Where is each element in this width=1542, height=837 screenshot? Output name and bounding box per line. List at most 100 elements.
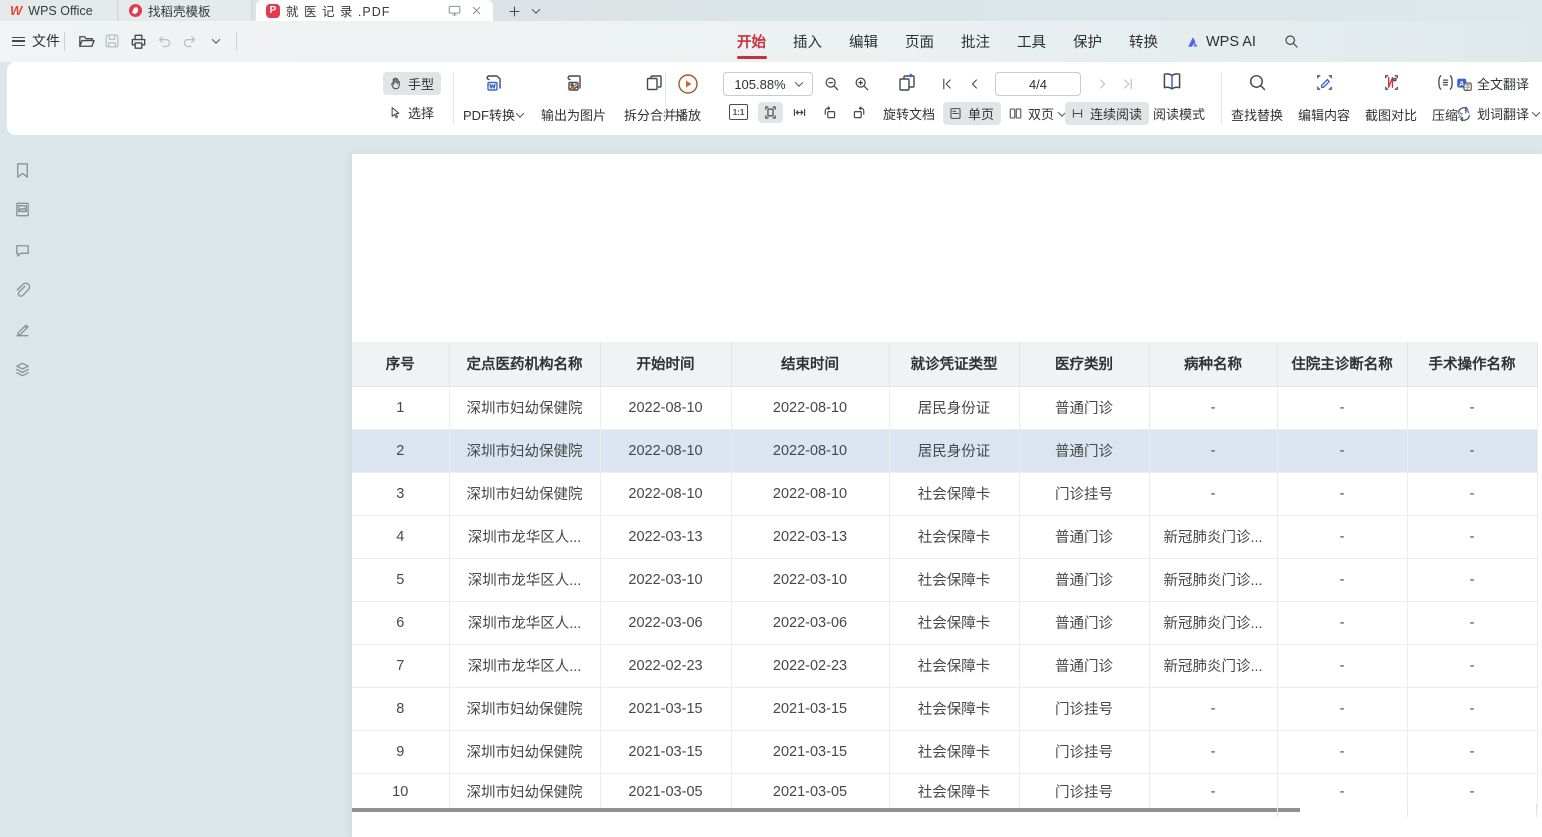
tab-list-button[interactable] [527, 2, 545, 20]
pdf-convert-label: PDF转换 [463, 105, 515, 124]
menu-item-protect[interactable]: 保护 [1073, 21, 1102, 62]
undo-button[interactable] [154, 31, 174, 51]
plus-icon [507, 4, 522, 19]
comments-panel-button[interactable] [13, 241, 32, 260]
edit-content-icon [1314, 72, 1335, 93]
tab-wps-home[interactable]: W WPS Office [0, 0, 118, 21]
page-number-input[interactable]: 4/4 [995, 72, 1081, 96]
select-tool-button[interactable]: 选择 [383, 101, 441, 124]
rotate-doc-button[interactable]: 旋转文档 [883, 104, 935, 123]
table-cell: 深圳市龙华区人... [449, 558, 600, 601]
table-header-cell: 住院主诊断名称 [1277, 342, 1407, 386]
table-cell: 门诊挂号 [1019, 730, 1149, 773]
first-page-button[interactable] [939, 76, 955, 92]
single-page-label: 单页 [968, 104, 994, 123]
table-cell: 2022-03-10 [731, 558, 889, 601]
pdf-convert-button[interactable]: PDF转换 [463, 70, 523, 124]
menu-item-comment[interactable]: 批注 [961, 21, 990, 62]
rotate-pages-button[interactable] [895, 72, 919, 96]
divider [1221, 72, 1222, 124]
edit-content-button[interactable]: 编辑内容 [1298, 70, 1350, 124]
redo-button[interactable] [180, 31, 200, 51]
next-page-button[interactable] [1095, 76, 1111, 92]
zoom-out-icon [823, 75, 841, 93]
annotate-pen-icon [13, 320, 32, 339]
double-page-button[interactable]: 双页 [1003, 102, 1072, 125]
table-row: 2深圳市妇幼保健院2022-08-102022-08-10居民身份证普通门诊--… [352, 429, 1537, 472]
quickbar-more-button[interactable] [206, 31, 226, 51]
bookmarks-panel-button[interactable] [13, 161, 32, 180]
menu-item-page[interactable]: 页面 [905, 21, 934, 62]
table-cell: 新冠肺炎门诊... [1149, 558, 1277, 601]
open-file-button[interactable] [76, 31, 96, 51]
annotate-panel-button[interactable] [13, 320, 32, 339]
table-cell: - [1149, 386, 1277, 429]
export-image-button[interactable]: 输出为图片 [541, 70, 606, 124]
table-cell: 门诊挂号 [1019, 773, 1149, 810]
menu-item-convert[interactable]: 转换 [1129, 21, 1158, 62]
rotate-pages-icon [895, 72, 919, 96]
table-cell: 8 [352, 687, 449, 730]
table-cell: 2021-03-05 [731, 773, 889, 810]
prev-page-button[interactable] [966, 76, 982, 92]
continuous-read-button[interactable]: 连续阅读 [1065, 102, 1149, 125]
read-mode-button[interactable] [1159, 69, 1185, 95]
table-cell: - [1277, 515, 1407, 558]
save-button[interactable] [102, 31, 122, 51]
chevron-down-icon [516, 109, 524, 117]
wps-logo-icon: W [10, 3, 22, 18]
close-tab-icon[interactable] [470, 4, 483, 17]
table-row: 8深圳市妇幼保健院2021-03-152021-03-15社会保障卡门诊挂号--… [352, 687, 1537, 730]
menu-item-home[interactable]: 开始 [737, 21, 766, 62]
zoom-in-button[interactable] [853, 75, 871, 93]
word-translate-button[interactable]: A文 划词翻译 [1455, 104, 1539, 123]
layers-panel-button[interactable] [13, 360, 32, 379]
last-page-button[interactable] [1120, 76, 1136, 92]
next-page-icon [1095, 76, 1111, 92]
table-cell: - [1407, 730, 1537, 773]
thumbnails-panel-button[interactable] [13, 200, 32, 219]
table-cell: 2022-03-13 [600, 515, 731, 558]
play-label: 播放 [675, 105, 701, 124]
menu-item-wps-ai[interactable]: WPS AI [1185, 21, 1256, 62]
single-page-button[interactable]: 单页 [943, 102, 1001, 125]
menu-item-insert[interactable]: 插入 [793, 21, 822, 62]
tab-document-pdf[interactable]: P 就 医 记 录 .PDF [256, 0, 493, 21]
table-cell: 2022-02-23 [600, 644, 731, 687]
menu-item-tools[interactable]: 工具 [1017, 21, 1046, 62]
chevron-down-icon [532, 5, 540, 13]
menu-item-edit[interactable]: 编辑 [849, 21, 878, 62]
menu-search-button[interactable] [1283, 21, 1300, 62]
split-merge-label: 拆分合并 [624, 105, 676, 124]
export-image-icon [563, 72, 585, 94]
rotate-right-icon [851, 104, 868, 121]
print-button[interactable] [128, 31, 148, 51]
screenshot-compare-button[interactable]: 截图对比 [1365, 70, 1417, 124]
table-cell: 社会保障卡 [889, 644, 1019, 687]
pdf-page-canvas[interactable]: 序号定点医药机构名称开始时间结束时间就诊凭证类型医疗类别病种名称住院主诊断名称手… [352, 154, 1542, 837]
single-page-icon [948, 106, 963, 121]
zoom-out-button[interactable] [823, 75, 841, 93]
play-button[interactable]: 播放 [675, 70, 701, 124]
select-cursor-icon [388, 105, 403, 120]
file-menu-button[interactable]: 文件 [12, 31, 60, 51]
divider [665, 72, 666, 124]
rotate-left-button[interactable] [821, 104, 838, 121]
zoom-level-value: 105.88% [734, 77, 785, 92]
fit-width-button[interactable] [791, 104, 808, 121]
fit-page-icon [762, 104, 779, 121]
new-tab-button[interactable] [505, 2, 523, 20]
hand-tool-button[interactable]: 手型 [383, 72, 441, 95]
attachments-panel-button[interactable] [13, 281, 32, 300]
monitor-icon[interactable] [447, 3, 462, 18]
read-mode-label[interactable]: 阅读模式 [1153, 104, 1205, 123]
table-cell: 深圳市妇幼保健院 [449, 687, 600, 730]
rotate-right-button[interactable] [851, 104, 868, 121]
full-translate-button[interactable]: A字 全文翻译 [1455, 74, 1529, 93]
actual-size-button[interactable]: 1:1 [729, 104, 748, 120]
find-replace-button[interactable]: 查找替换 [1231, 70, 1283, 124]
rotate-left-icon [821, 104, 838, 121]
zoom-level-select[interactable]: 105.88% [723, 72, 813, 96]
tab-docer-templates[interactable]: 找稻壳模板 [119, 0, 252, 21]
fit-page-button[interactable] [758, 102, 783, 123]
